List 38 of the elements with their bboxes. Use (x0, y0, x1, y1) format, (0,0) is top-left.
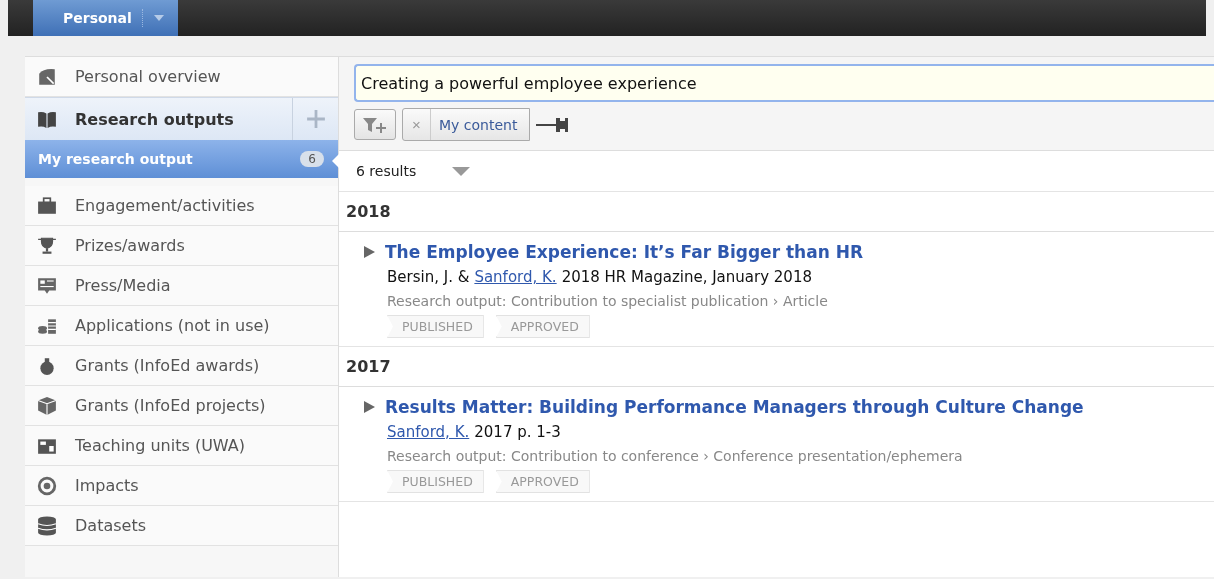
expand-arrow-icon[interactable] (364, 246, 375, 258)
add-filter-button[interactable] (354, 109, 396, 140)
byline-text: 2018 HR Magazine, January 2018 (561, 268, 812, 286)
gauge-icon (37, 66, 57, 87)
results-count: 6 results (356, 163, 417, 179)
status-tag: PUBLISHED (387, 470, 484, 493)
output-type: Research output: Contribution to specialist publication › Article (387, 293, 829, 309)
caret-icon (153, 15, 164, 21)
output-type: Research output: Contribution to conference › Conference presentation/ephemera (387, 448, 964, 464)
newspaper-icon (37, 275, 57, 296)
database-icon (37, 515, 57, 536)
briefcase-icon (37, 195, 57, 216)
sidebar-subitem[interactable]: My research output 6 (25, 140, 338, 178)
dropdown-arrow-icon[interactable] (452, 166, 471, 176)
personal-tab[interactable]: Personal (33, 0, 178, 36)
year-heading: 2018 (339, 192, 1214, 232)
book-icon (37, 109, 57, 129)
author-link[interactable]: Sanford, K. (474, 268, 557, 286)
expand-arrow-icon[interactable] (364, 401, 375, 413)
result-title[interactable]: Results Matter: Building Performance Managers through Culture Change (385, 397, 1084, 417)
year-heading: 2017 (339, 347, 1214, 387)
search-field[interactable]: Creating a powerful employee experience (354, 64, 1214, 102)
section-title[interactable]: Research outputs (75, 109, 234, 129)
status-tag: PUBLISHED (387, 315, 484, 338)
target-icon (37, 475, 57, 496)
cube-icon (37, 395, 57, 416)
trophy-icon (37, 235, 57, 256)
result-title[interactable]: The Employee Experience: It’s Far Bigger than HR (385, 242, 863, 262)
byline-text: 2017 p. 1-3 (474, 423, 561, 441)
filter-plus-icon (362, 115, 388, 134)
status-tag: APPROVED (495, 315, 590, 338)
count-badge: 6 (300, 151, 324, 167)
byline-text: Bersin, J. & (387, 268, 470, 286)
filter-label[interactable]: My content (431, 116, 530, 133)
money-bag-icon (37, 355, 57, 376)
status-tag: APPROVED (495, 470, 590, 493)
author-link[interactable]: Sanford, K. (387, 423, 470, 441)
plus-icon (305, 109, 326, 129)
